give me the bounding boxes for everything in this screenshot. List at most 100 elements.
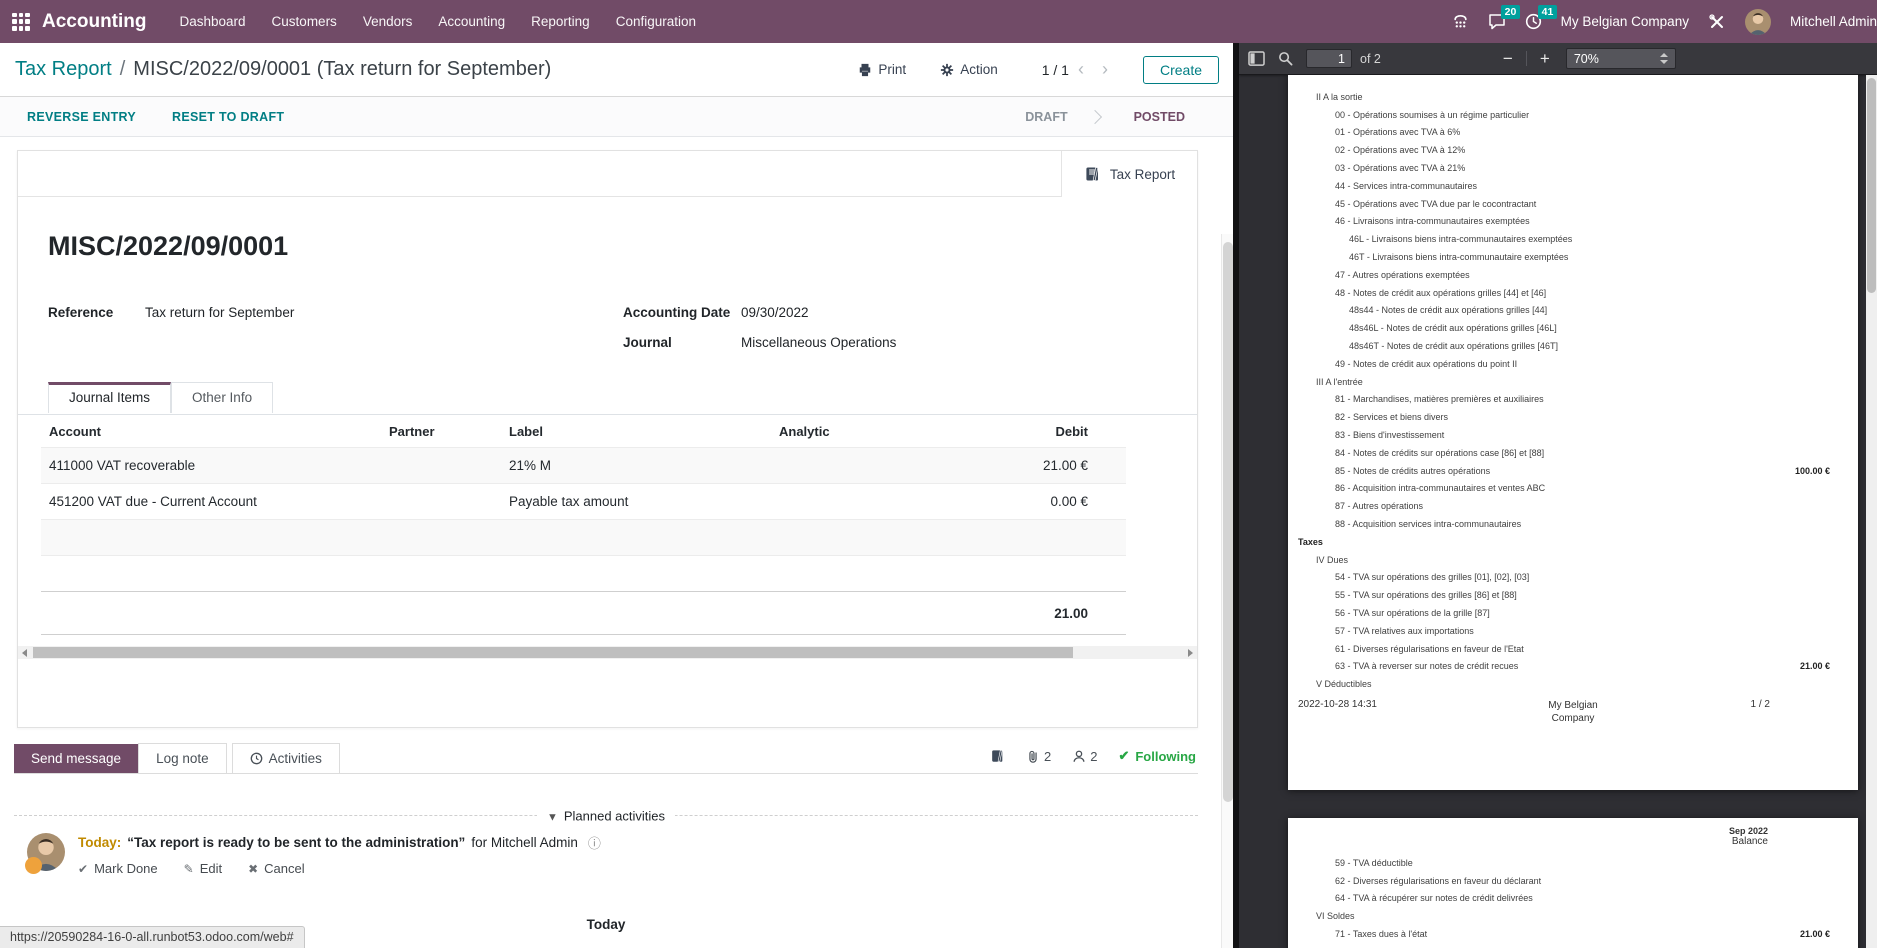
form-vertical-scrollbar[interactable]: [1221, 234, 1233, 948]
status-steps: DRAFTPOSTED: [1003, 97, 1233, 136]
report-line: 01 - Opérations avec TVA à 6%: [1288, 124, 1858, 142]
sidebar-toggle-icon[interactable]: [1248, 51, 1265, 66]
report-line-text: 71 - Taxes dues à l'état: [1335, 929, 1427, 939]
log-note-button[interactable]: Log note: [138, 743, 227, 773]
pdf-viewer[interactable]: II A la sortie 00 - Opérations soumises …: [1239, 75, 1866, 948]
report-line-text: 84 - Notes de crédits sur opérations cas…: [1335, 448, 1544, 458]
tax-report-smart-button[interactable]: Tax Report: [1061, 151, 1197, 197]
activity-avatar[interactable]: [27, 833, 65, 871]
planned-activities-toggle[interactable]: ▼Planned activities: [537, 809, 675, 824]
status-step[interactable]: POSTED: [1090, 110, 1207, 124]
menu-item[interactable]: Accounting: [425, 14, 518, 29]
x-icon: ✖: [248, 862, 258, 876]
column-header-account[interactable]: Account: [41, 424, 381, 439]
user-menu[interactable]: Mitchell Admin: [1790, 14, 1877, 29]
top-navbar: Accounting DashboardCustomersVendorsAcco…: [0, 0, 1877, 43]
menu-item[interactable]: Reporting: [518, 14, 603, 29]
report-line-text: 45 - Opérations avec TVA due par le coco…: [1335, 199, 1536, 209]
statusbar-action-button[interactable]: RESET TO DRAFT: [172, 110, 284, 124]
journal-value[interactable]: Miscellaneous Operations: [741, 335, 896, 350]
scroll-left-icon[interactable]: [22, 649, 27, 657]
pencil-icon: ✎: [184, 862, 194, 876]
accounting-date-value[interactable]: 09/30/2022: [741, 305, 809, 320]
zoom-in-button[interactable]: +: [1534, 49, 1556, 69]
report-line: 62 - Diverses régularisations en faveur …: [1288, 872, 1858, 890]
tools-icon[interactable]: [1708, 13, 1726, 31]
report-line: 71 - Taxes dues à l'état 21.00 €: [1288, 925, 1858, 943]
pager-next-icon[interactable]: ›: [1093, 59, 1117, 80]
menu-item[interactable]: Customers: [259, 14, 350, 29]
scroll-right-icon[interactable]: [1188, 649, 1193, 657]
followers-counter[interactable]: 2: [1072, 749, 1097, 764]
menu-item[interactable]: Vendors: [350, 14, 426, 29]
print-button[interactable]: Print: [858, 62, 906, 77]
report-line-value: 21.00 €: [1800, 661, 1830, 671]
user-avatar[interactable]: [1745, 9, 1771, 35]
action-button[interactable]: Action: [940, 62, 998, 77]
search-icon[interactable]: [1278, 51, 1293, 66]
journal-book-icon: [1084, 166, 1101, 182]
activity-summary: “Tax report is ready to be sent to the a…: [127, 835, 465, 850]
report-line: 63 - TVA à reverser sur notes de crédit …: [1288, 658, 1858, 676]
pager-previous-icon[interactable]: ‹: [1069, 59, 1093, 80]
company-switcher[interactable]: My Belgian Company: [1561, 14, 1689, 29]
page-number-input[interactable]: [1306, 49, 1352, 68]
notebook-tab[interactable]: Other Info: [171, 382, 273, 413]
column-header-debit[interactable]: Debit: [1001, 424, 1088, 439]
zoom-out-button[interactable]: −: [1497, 49, 1519, 69]
vertical-scroll-thumb[interactable]: [1223, 242, 1233, 802]
column-header-partner[interactable]: Partner: [381, 424, 501, 439]
systray: 20 41 My Belgian Company Mitchell Admin: [1452, 9, 1877, 35]
footer-company: My Belgian Company: [1288, 699, 1858, 725]
breadcrumb-parent[interactable]: Tax Report: [15, 58, 112, 81]
report-line: 87 - Autres opérations: [1288, 497, 1858, 515]
report-line: II A la sortie: [1288, 88, 1858, 106]
statusbar-action-button[interactable]: REVERSE ENTRY: [27, 110, 136, 124]
info-icon[interactable]: ⓘ: [588, 833, 601, 852]
status-step[interactable]: DRAFT: [1003, 110, 1089, 124]
edit-activity-button[interactable]: ✎Edit: [184, 861, 222, 876]
report-line: 86 - Acquisition intra-communautaires et…: [1288, 480, 1858, 498]
activities-button[interactable]: Activities: [232, 743, 340, 773]
apps-grid-icon[interactable]: [12, 13, 30, 31]
table-horizontal-scrollbar[interactable]: [18, 646, 1197, 659]
mark-done-button[interactable]: ✔Mark Done: [78, 861, 158, 876]
cancel-activity-button[interactable]: ✖Cancel: [248, 861, 305, 876]
table-total-row: 21.00: [41, 591, 1126, 635]
report-line: 61 - Diverses régularisations en faveur …: [1288, 640, 1858, 658]
person-icon: [1072, 749, 1086, 764]
table-row[interactable]: 451200 VAT due - Current Account Payable…: [41, 483, 1126, 519]
menu-item[interactable]: Dashboard: [167, 14, 259, 29]
report-line: 49 - Notes de crédit aux opérations du p…: [1288, 355, 1858, 373]
app-brand[interactable]: Accounting: [42, 11, 147, 33]
reference-value[interactable]: Tax return for September: [145, 305, 294, 320]
notebook-tab[interactable]: Journal Items: [48, 382, 171, 413]
pdf-scroll-thumb[interactable]: [1867, 78, 1876, 293]
report-line-text: Taxes: [1298, 537, 1323, 547]
messages-badge: 20: [1501, 5, 1521, 19]
report-line-text: 81 - Marchandises, matières premières et…: [1335, 394, 1544, 404]
log-book-icon[interactable]: [990, 749, 1005, 763]
column-header-label[interactable]: Label: [501, 424, 771, 439]
messages-icon[interactable]: 20: [1488, 13, 1506, 30]
pdf-scrollbar[interactable]: [1866, 75, 1877, 948]
report-line-text: 83 - Biens d'investissement: [1335, 430, 1444, 440]
attachments-counter[interactable]: 2: [1026, 749, 1051, 764]
check-icon: ✔: [1118, 748, 1129, 764]
following-toggle[interactable]: ✔ Following: [1118, 748, 1196, 764]
report-line: 48s46L - Notes de crédit aux opérations …: [1288, 319, 1858, 337]
table-row[interactable]: 411000 VAT recoverable 21% M 21.00 €: [41, 447, 1126, 483]
page-count-label: of 2: [1360, 52, 1381, 66]
column-header-analytic[interactable]: Analytic: [771, 424, 1001, 439]
chatter-icons: 2 2 ✔ Following: [990, 748, 1196, 764]
menu-item[interactable]: Configuration: [603, 14, 709, 29]
zoom-level-select[interactable]: 70%: [1566, 48, 1676, 69]
horizontal-scroll-thumb[interactable]: [33, 647, 1073, 658]
table-row[interactable]: [41, 555, 1126, 591]
activities-clock-icon[interactable]: 41: [1525, 13, 1542, 30]
create-button[interactable]: Create: [1143, 56, 1219, 84]
send-message-button[interactable]: Send message: [14, 744, 138, 773]
notebook-tabs: Journal ItemsOther Info: [48, 382, 273, 413]
table-row[interactable]: [41, 519, 1126, 555]
phone-icon[interactable]: [1452, 13, 1469, 30]
